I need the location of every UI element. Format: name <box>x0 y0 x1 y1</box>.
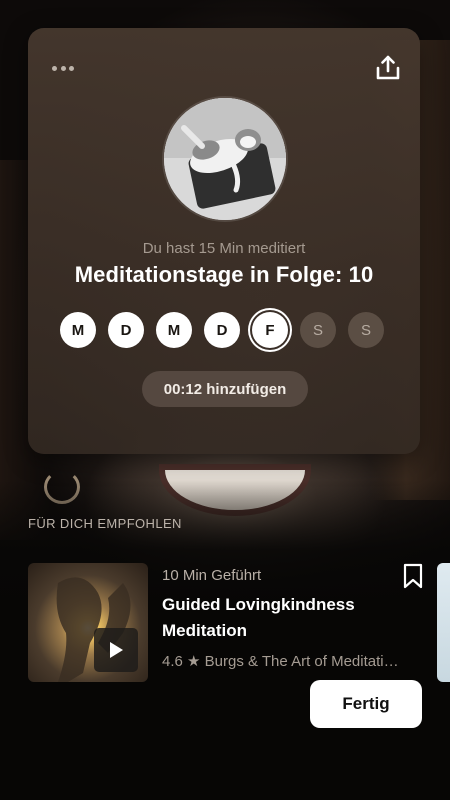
add-time-button[interactable]: 00:12 hinzufügen <box>142 371 308 407</box>
weekday-circle: D <box>108 312 144 348</box>
recommendation-title[interactable]: Guided Lovingkindness Meditation <box>162 592 402 644</box>
weekday-streak: M D M D F S S <box>60 312 390 350</box>
weekday-circle-today: F <box>252 312 288 348</box>
done-button[interactable]: Fertig <box>310 680 422 728</box>
more-options-button[interactable] <box>52 60 74 76</box>
section-label-recommended: FÜR DICH EMPFOHLEN <box>28 516 182 531</box>
share-upload-icon[interactable] <box>374 54 402 82</box>
weekday-circle: S <box>348 312 384 348</box>
dot <box>52 65 57 71</box>
recommendation-subtitle: 4.6 ★ Burgs & The Art of Meditati… <box>162 653 399 670</box>
next-recommendation-card[interactable] <box>437 563 450 682</box>
weekday-circle: M <box>60 312 96 348</box>
play-icon <box>110 642 123 658</box>
dot <box>60 65 66 71</box>
recommendation-meta: 10 Min Geführt <box>162 567 262 584</box>
weekday-circle: S <box>300 312 336 348</box>
streak-title: Meditationstage in Folge: 10 <box>74 262 374 287</box>
sleeping-dog-photo <box>164 98 286 220</box>
session-duration-text: Du hast 15 Min meditiert <box>142 240 306 257</box>
weekday-circle: M <box>156 312 192 348</box>
bookmark-icon[interactable] <box>402 563 424 589</box>
recommendation-thumbnail[interactable] <box>28 563 148 682</box>
avatar <box>164 98 286 220</box>
dot <box>69 65 74 71</box>
play-button[interactable] <box>94 628 138 672</box>
weekday-circle: D <box>204 312 240 348</box>
